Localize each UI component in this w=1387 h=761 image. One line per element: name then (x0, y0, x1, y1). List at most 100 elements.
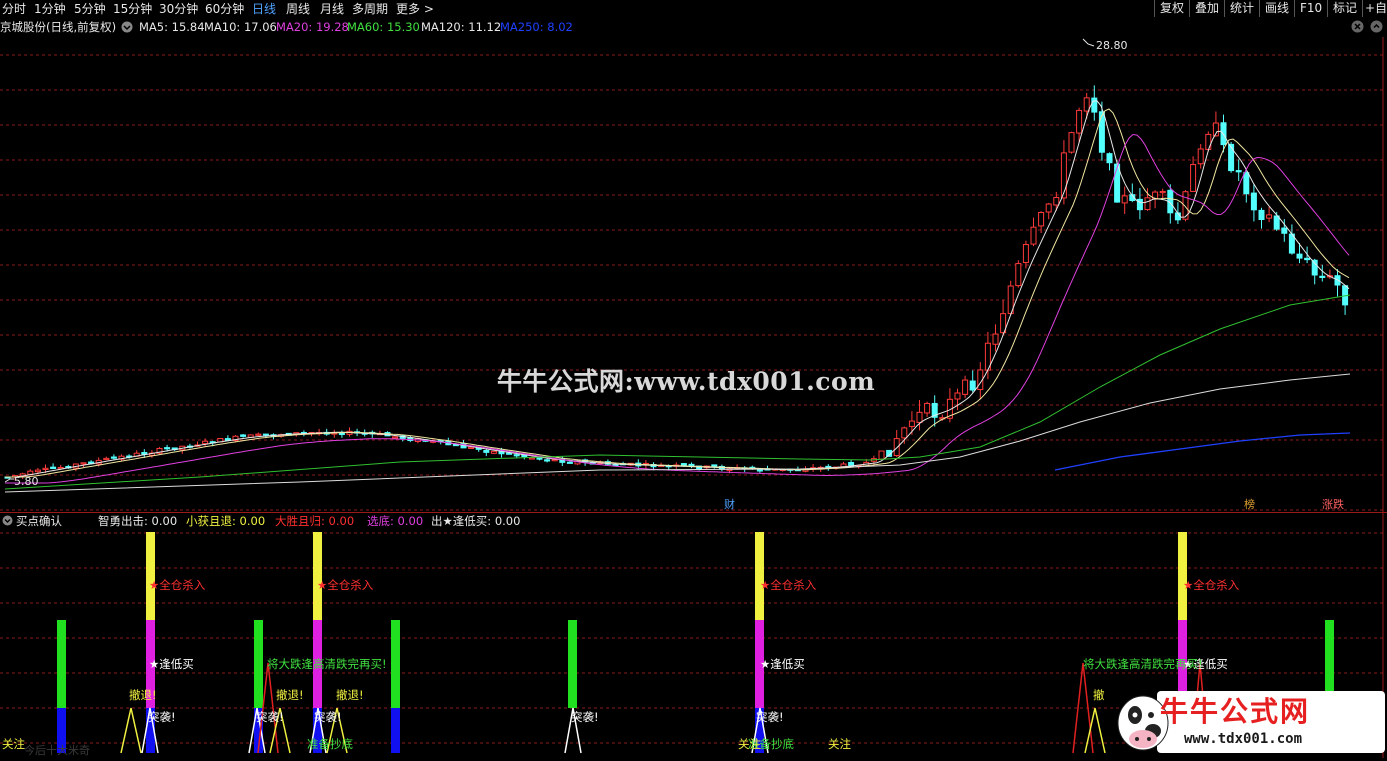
mark-button[interactable]: 标记 (1327, 0, 1362, 17)
candle-body (566, 461, 573, 464)
signal-label: ★逢低买 (760, 657, 805, 671)
indicator-value-zhiyong: 智勇出击: 0.00 (98, 514, 178, 528)
candle-body (1258, 209, 1265, 221)
tab-monthly[interactable]: 月线 (320, 1, 344, 17)
signal-label: 突袭! (148, 710, 176, 724)
candlestick-svg (0, 37, 1384, 512)
candle-body (1220, 122, 1227, 146)
candle-body (1273, 215, 1280, 230)
restore-rights-button[interactable]: 复权 (1154, 0, 1189, 17)
candle-body (110, 456, 117, 459)
signal-label: 撤退! (129, 688, 157, 702)
candle-body (1106, 153, 1113, 164)
indicator-value-dasheng: 大胜且归: 0.00 (275, 514, 355, 528)
candle-body (164, 447, 171, 450)
tab-fenshi[interactable]: 分时 (2, 1, 26, 17)
candle-body (141, 452, 148, 455)
indicator-value-xiaohuo: 小获且退: 0.00 (186, 514, 266, 528)
tab-60min[interactable]: 60分钟 (205, 1, 244, 17)
signal-label: ★全仓杀入 (760, 578, 817, 592)
candle-body (34, 469, 41, 473)
candle-body (1045, 203, 1052, 213)
candle-body (992, 333, 999, 345)
signal-bar-blue (391, 708, 400, 753)
event-marker-limit[interactable]: 涨跌 (1322, 498, 1344, 511)
tab-5min[interactable]: 5分钟 (74, 1, 106, 17)
f10-button[interactable]: F10 (1294, 0, 1327, 17)
high-marker-arrow (1082, 38, 1095, 47)
price-low-label: 5.80 (14, 475, 39, 488)
draw-line-button[interactable]: 画线 (1259, 0, 1294, 17)
candle-body (468, 446, 475, 449)
signal-label: 撤退! (276, 688, 304, 702)
candle-body (1030, 226, 1037, 245)
ma20-label: MA20: 19.28 (276, 20, 349, 34)
close-icon[interactable] (1351, 20, 1364, 37)
signal-bar-green (568, 620, 577, 708)
candle-body (1296, 253, 1303, 259)
candle-body (893, 438, 900, 457)
event-marker-list[interactable]: 榜 (1244, 498, 1255, 511)
candle-body (1015, 263, 1022, 287)
signal-label: ★全仓杀入 (317, 578, 374, 592)
candle-body (756, 469, 763, 472)
logo-url: www.tdx001.com (1184, 731, 1303, 747)
candle-body (483, 450, 490, 453)
candle-body (612, 464, 619, 467)
candle-body (1304, 257, 1311, 261)
signal-label: 关注 (738, 737, 761, 751)
tab-more[interactable]: 更多 > (396, 1, 434, 17)
candle-body (1114, 163, 1121, 203)
tab-multi-period[interactable]: 多周期 (352, 1, 388, 17)
candle-body (1266, 214, 1273, 219)
faint-caption: 今后十大米奇 (24, 744, 90, 757)
candle-body (1190, 164, 1197, 192)
overlay-button[interactable]: 叠加 (1189, 0, 1224, 17)
candle-body (1243, 172, 1250, 195)
candle-body (1083, 97, 1090, 112)
signal-label: ★全仓杀入 (149, 578, 206, 592)
signal-triangle (120, 707, 142, 754)
candlestick-chart[interactable] (0, 37, 1387, 512)
candle-body (506, 452, 513, 455)
candle-body (103, 457, 110, 461)
stock-title: 京城股份(日线,前复权) (0, 20, 117, 34)
candle-body (1022, 244, 1029, 264)
candle-body (1053, 197, 1060, 206)
tab-daily[interactable]: 日线 (252, 1, 276, 17)
candle-body (1159, 190, 1166, 194)
signal-bar-yellow (146, 532, 155, 620)
expand-icon[interactable] (1370, 20, 1383, 37)
tab-weekly[interactable]: 周线 (286, 1, 310, 17)
candle-body (1250, 192, 1257, 211)
signal-label: ★逢低买 (149, 657, 194, 671)
event-marker-finance[interactable]: 财 (724, 498, 735, 511)
candle-body (878, 450, 885, 460)
candle-body (1076, 109, 1083, 134)
candle-body (1235, 170, 1242, 173)
indicator-value-fengdimai: 出★逢低买: 0.00 (431, 514, 521, 528)
candle-body (901, 427, 908, 439)
tab-15min[interactable]: 15分钟 (113, 1, 152, 17)
chevron-down-icon[interactable] (121, 21, 133, 37)
candle-body (513, 454, 520, 457)
tab-30min[interactable]: 30分钟 (159, 1, 198, 17)
ma250-label: MA250: 8.02 (500, 20, 573, 34)
candle-body (924, 402, 931, 414)
candle-body (1205, 133, 1212, 150)
tab-1min[interactable]: 1分钟 (34, 1, 66, 17)
candle-body (544, 459, 551, 462)
ma-line (5, 133, 1350, 484)
signal-label: 撤 (1093, 688, 1105, 702)
statistics-button[interactable]: 统计 (1224, 0, 1259, 17)
signal-label: 关注 (2, 737, 25, 751)
indicator-toggle-icon[interactable] (2, 515, 13, 530)
candle-body (255, 433, 262, 436)
candle-body (490, 450, 497, 454)
candle-body (262, 433, 269, 436)
ma60-label: MA60: 15.30 (347, 20, 420, 34)
candle-body (338, 432, 345, 436)
signal-label: ★全仓杀入 (1183, 578, 1240, 592)
custom-button[interactable]: +自 (1362, 0, 1387, 17)
ma120-label: MA120: 11.12 (421, 20, 502, 34)
